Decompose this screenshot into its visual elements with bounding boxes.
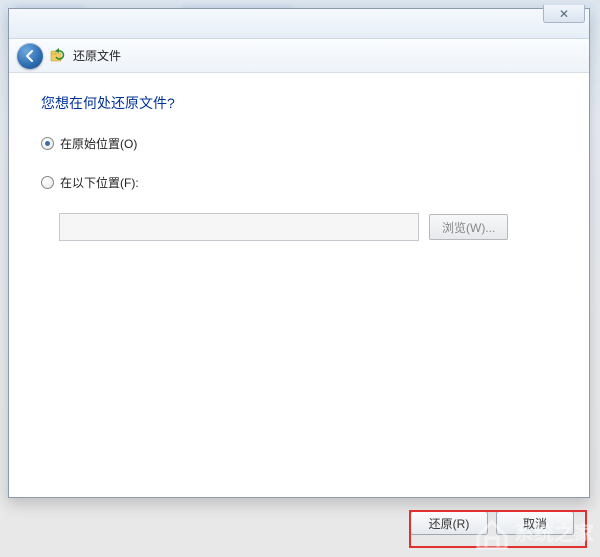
back-arrow-icon [23, 49, 37, 63]
radio-original[interactable] [41, 137, 54, 150]
back-button[interactable] [17, 43, 43, 69]
dialog-content: 您想在何处还原文件? 在原始位置(O) 在以下位置(F): 浏览(W)... [9, 73, 589, 497]
browse-button[interactable]: 浏览(W)... [429, 214, 508, 240]
cancel-button[interactable]: 取消 [496, 511, 574, 535]
radio-custom-label: 在以下位置(F): [60, 174, 139, 191]
restore-button[interactable]: 还原(R) [410, 511, 488, 535]
restore-files-icon [49, 47, 67, 65]
nav-title: 还原文件 [73, 47, 121, 64]
page-heading: 您想在何处还原文件? [41, 93, 557, 113]
option-custom-location[interactable]: 在以下位置(F): [41, 174, 557, 191]
option-original-location[interactable]: 在原始位置(O) [41, 135, 557, 152]
radio-original-label: 在原始位置(O) [60, 135, 137, 152]
path-input[interactable] [59, 213, 419, 241]
nav-bar: 还原文件 [9, 39, 589, 73]
dialog-footer: 还原(R) 取消 [8, 503, 590, 543]
custom-path-row: 浏览(W)... [59, 213, 557, 241]
restore-files-dialog: ✕ 还原文件 您想在何处还原文件? 在原始位置(O) 在以下位置(F): [8, 8, 590, 498]
title-bar: ✕ [9, 9, 589, 39]
close-button[interactable]: ✕ [543, 5, 585, 23]
radio-custom[interactable] [41, 176, 54, 189]
close-icon: ✕ [559, 7, 569, 21]
